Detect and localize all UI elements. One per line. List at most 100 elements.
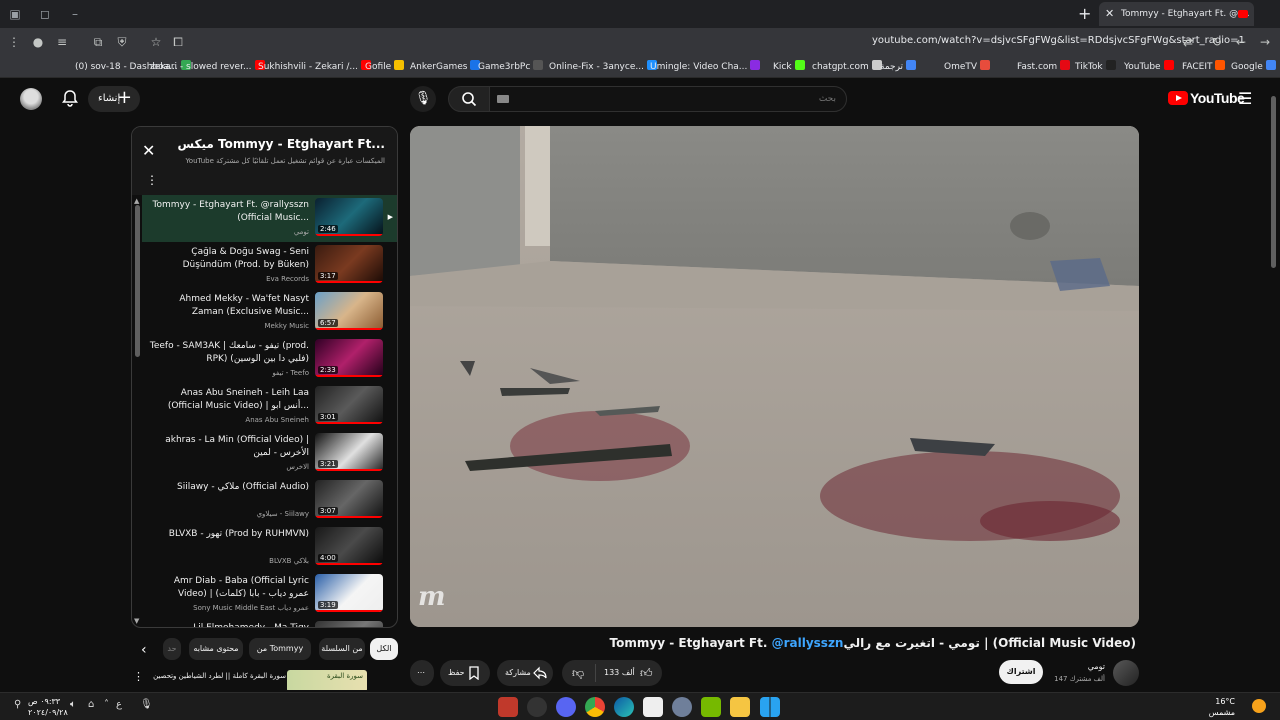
- subscribe-button[interactable]: اشتراك: [999, 660, 1043, 684]
- more-vertical-icon[interactable]: ⋮: [146, 173, 158, 187]
- close-icon[interactable]: ✕: [142, 141, 155, 160]
- bookmark-item[interactable]: Umingle: Video Cha...: [650, 60, 761, 72]
- playlist-item[interactable]: 3:07 Siilawy - ملاكي (Official Audio) سيلا…: [142, 477, 397, 524]
- weather-widget[interactable]: 16°C مشمس: [1209, 696, 1235, 718]
- taskbar-app-icon[interactable]: [498, 697, 518, 717]
- related-item-thumbnail[interactable]: سورة البقرة: [287, 670, 367, 690]
- bookmark-item[interactable]: OmeTV: [944, 60, 991, 72]
- chevron-left-icon[interactable]: ‹: [141, 642, 147, 658]
- share-button[interactable]: مشاركة: [497, 660, 553, 686]
- playlist-title[interactable]: ميكس Tommyy - Etghayart Ft...: [178, 137, 385, 151]
- filter-chip[interactable]: الكل: [370, 638, 398, 660]
- bookmark-item[interactable]: ترجمة: [880, 60, 917, 72]
- site-settings-icon[interactable]: ⇄: [1180, 34, 1196, 50]
- notifications-bell-icon[interactable]: [60, 88, 80, 108]
- bookmark-item[interactable]: chatgpt.com: [812, 60, 882, 72]
- extensions-icon[interactable]: ⧉: [90, 34, 106, 50]
- scrollbar-thumb[interactable]: [135, 205, 140, 357]
- page-scrollbar[interactable]: [1270, 82, 1278, 692]
- account-avatar[interactable]: [20, 88, 42, 110]
- bookmark-item[interactable]: TikTok: [1075, 60, 1116, 72]
- dislike-icon[interactable]: 👎︎: [572, 660, 584, 686]
- tab-search-icon[interactable]: ⧠: [170, 34, 186, 50]
- bookmark-item[interactable]: Fast.com: [1017, 60, 1071, 72]
- scrollbar-thumb[interactable]: [1271, 96, 1276, 268]
- more-actions-button[interactable]: ⋯: [410, 660, 434, 686]
- bookmark-item[interactable]: Sukhishvili - Zekari /...: [258, 60, 371, 72]
- playlist-item-thumbnail[interactable]: 3:01: [315, 386, 383, 424]
- settings-gear-icon[interactable]: [672, 697, 692, 717]
- bookmark-item[interactable]: YouTube: [1124, 60, 1174, 72]
- playlist-item-thumbnail[interactable]: 6:57: [315, 292, 383, 330]
- like-icon[interactable]: 👍︎: [640, 660, 653, 686]
- related-item[interactable]: ⋮ سورة البقرة كاملة || لطرد الشياطين وتح…: [131, 668, 398, 690]
- chrome-icon[interactable]: [585, 697, 605, 717]
- back-icon[interactable]: ←: [1233, 34, 1249, 50]
- playlist-item-thumbnail[interactable]: 3:17: [315, 245, 383, 283]
- like-count[interactable]: 133 ألف: [604, 660, 635, 686]
- bookmark-item[interactable]: Gofile: [365, 60, 405, 72]
- discord-icon[interactable]: [556, 697, 576, 717]
- edge-icon[interactable]: [614, 697, 634, 717]
- new-tab-icon[interactable]: +: [1078, 4, 1091, 23]
- app-icon[interactable]: [643, 697, 663, 717]
- bookmark-item[interactable]: Game3rbPc: [478, 60, 544, 72]
- playlist-item-thumbnail[interactable]: 2:33: [315, 339, 383, 377]
- bookmark-item[interactable]: zekari - slowed rever...: [150, 60, 265, 72]
- playlist-item[interactable]: 3:17 Çağla & Doğu Swag - Seni Düşündüm (P…: [142, 242, 397, 289]
- keyboard-icon[interactable]: [497, 95, 509, 103]
- windows-start-icon[interactable]: [760, 697, 780, 717]
- tray-chevron-icon[interactable]: ˄: [104, 699, 109, 710]
- scroll-up-icon[interactable]: ▲: [134, 197, 139, 205]
- playlist-item[interactable]: 6:57 Ahmed Mekky - Wa'fet Nasyt Zaman (Ex…: [142, 289, 397, 336]
- maximize-icon[interactable]: ◻: [36, 5, 54, 23]
- reload-icon[interactable]: ↻: [1209, 34, 1225, 50]
- playlist-item-thumbnail[interactable]: 3:19: [315, 574, 383, 612]
- playlist-item[interactable]: Lil Elmohamedy - Ma Tigy: [142, 618, 397, 627]
- search-input[interactable]: [489, 86, 847, 112]
- profile-icon[interactable]: ●: [30, 34, 46, 50]
- playlist-item[interactable]: 2:33 Teefo - SAM3AK | تيفو - سامعك (prod.…: [142, 336, 397, 383]
- forward-icon[interactable]: →: [1257, 34, 1273, 50]
- tab-youtube[interactable]: ✕ Tommyy - Etghayart Ft. @r...: [1099, 2, 1254, 26]
- filter-chip[interactable]: محتوى مشابه: [189, 638, 243, 660]
- youtube-logo[interactable]: YouTube: [1168, 90, 1245, 108]
- channel-watermark[interactable]: m: [418, 582, 446, 612]
- network-icon[interactable]: ⚲: [14, 699, 21, 710]
- guide-menu-icon[interactable]: ☰: [1238, 89, 1252, 108]
- system-clock[interactable]: ٠٩:٣٣ ص ٢٠٢٤/٠٩/٢٨: [28, 696, 68, 718]
- more-vertical-icon[interactable]: ⋮: [6, 34, 22, 50]
- bookmark-item[interactable]: Kick: [773, 60, 805, 72]
- playlist-item[interactable]: 3:01 Anas Abu Sneineh - Leih Laa (Officia…: [142, 383, 397, 430]
- playlist-item[interactable]: 4:00 BLVXB - تهور (Prod by RUHMVN) BLVXB ب…: [142, 524, 397, 571]
- video-player[interactable]: [410, 126, 1139, 627]
- volume-icon[interactable]: 🔈︎: [70, 699, 76, 710]
- playlist-item-thumbnail[interactable]: [315, 621, 383, 627]
- filter-chip[interactable]: من السلسلة: [319, 638, 365, 660]
- taskbar-app-icon[interactable]: [527, 697, 547, 717]
- playlist-item-thumbnail[interactable]: 2:46: [315, 198, 383, 236]
- bookmark-item[interactable]: AnkerGames: [410, 60, 481, 72]
- playlist-item[interactable]: 3:21 akhras - La Min (Official Video) | ا…: [142, 430, 397, 477]
- file-explorer-icon[interactable]: [730, 697, 750, 717]
- minimize-icon[interactable]: –: [66, 5, 84, 23]
- filter-chip[interactable]: حد: [163, 638, 181, 660]
- wifi-icon[interactable]: ⌂: [88, 699, 94, 710]
- playlist-item-thumbnail[interactable]: 4:00: [315, 527, 383, 565]
- mention-link[interactable]: @rallysszn: [772, 636, 844, 650]
- create-button[interactable]: إنشاء +: [88, 86, 140, 112]
- playlist-item-thumbnail[interactable]: 3:07: [315, 480, 383, 518]
- playlist-scrollbar[interactable]: ▲ ▼: [134, 197, 142, 627]
- save-button[interactable]: حفظ: [440, 660, 490, 686]
- close-tab-icon[interactable]: ✕: [1105, 2, 1114, 26]
- nvidia-icon[interactable]: [701, 697, 721, 717]
- bookmark-item[interactable]: Online-Fix - 3anyce...: [549, 60, 657, 72]
- adblock-icon[interactable]: ⛨: [114, 34, 130, 50]
- input-language[interactable]: ع: [116, 699, 122, 710]
- bookmark-item[interactable]: FACEIT: [1182, 60, 1226, 72]
- filter-chip[interactable]: من Tommyy: [249, 638, 311, 660]
- bookmark-item[interactable]: Google: [1231, 60, 1276, 72]
- channel-name[interactable]: تومي: [1088, 662, 1105, 671]
- more-vertical-icon[interactable]: ⋮: [133, 670, 144, 683]
- channel-avatar[interactable]: [1113, 660, 1139, 686]
